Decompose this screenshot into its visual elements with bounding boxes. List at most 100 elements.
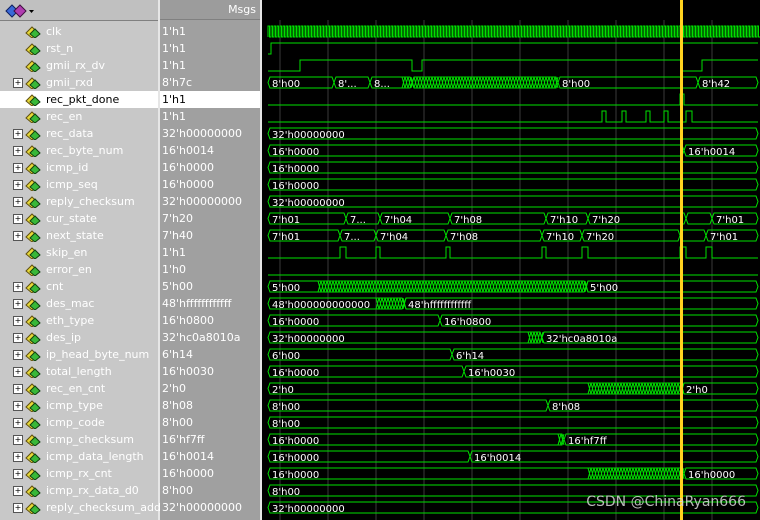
bit-waveform xyxy=(268,59,758,72)
signal-row-rst_n[interactable]: rst_n xyxy=(0,40,158,57)
signal-row-gmii_rxd[interactable]: + gmii_rxd xyxy=(0,74,158,91)
bus-transitions xyxy=(401,76,559,89)
expand-icon[interactable]: + xyxy=(13,452,23,462)
signal-icon xyxy=(25,297,41,311)
bus-value-label: 6'h14 xyxy=(456,351,484,362)
bus-segment xyxy=(679,229,707,242)
bus-value-label: 8... xyxy=(374,79,390,90)
signal-icon xyxy=(25,229,41,243)
signal-value-cell: 16'h0000 xyxy=(160,176,260,193)
signal-value: 7'h40 xyxy=(162,229,193,242)
signal-row-icmp_rx_cnt[interactable]: + icmp_rx_cnt xyxy=(0,465,158,482)
signal-row-rec_data[interactable]: + rec_data xyxy=(0,125,158,142)
signal-value: 32'h00000000 xyxy=(162,127,242,140)
signal-value: 6'h14 xyxy=(162,348,193,361)
signal-icon xyxy=(25,127,41,141)
signal-row-reply_checksum_add[interactable]: + reply_checksum_add xyxy=(0,499,161,516)
signal-value: 1'h1 xyxy=(162,25,186,38)
signal-row-rec_pkt_done[interactable]: rec_pkt_done xyxy=(0,91,158,108)
signal-row-icmp_type[interactable]: + icmp_type xyxy=(0,397,158,414)
signal-value-cell: 16'h0000 xyxy=(160,159,260,176)
signal-row-icmp_data_length[interactable]: + icmp_data_length xyxy=(0,448,158,465)
bus-value-label: 16'h0014 xyxy=(688,147,735,158)
expand-icon[interactable]: + xyxy=(13,401,23,411)
expand-icon[interactable]: + xyxy=(13,435,23,445)
signal-row-icmp_rx_data_d0[interactable]: + icmp_rx_data_d0 xyxy=(0,482,158,499)
expand-icon[interactable]: + xyxy=(13,486,23,496)
expand-icon[interactable]: + xyxy=(13,282,23,292)
signal-value: 16'h0800 xyxy=(162,314,214,327)
name-pane-header xyxy=(0,0,158,21)
bus-value-label: 16'h0000 xyxy=(272,164,319,175)
bus-transitions xyxy=(587,467,685,480)
signal-value-cell: 1'h1 xyxy=(160,23,260,40)
signal-row-icmp_code[interactable]: + icmp_code xyxy=(0,414,158,431)
signal-row-clk[interactable]: clk xyxy=(0,23,158,40)
msgs-header: Msgs xyxy=(160,0,260,20)
signal-name: rst_n xyxy=(46,42,74,55)
signal-value-cell: 6'h14 xyxy=(160,346,260,363)
signal-row-total_length[interactable]: + total_length xyxy=(0,363,158,380)
expand-icon[interactable]: + xyxy=(13,316,23,326)
signal-icon xyxy=(25,382,41,396)
bus-value-label: 5'h00 xyxy=(590,283,618,294)
signal-row-rec_en_cnt[interactable]: + rec_en_cnt xyxy=(0,380,158,397)
expand-icon[interactable]: + xyxy=(13,231,23,241)
signal-value: 8'h7c xyxy=(162,76,193,89)
expand-icon[interactable]: + xyxy=(13,503,23,513)
signal-name: icmp_id xyxy=(46,161,89,174)
signal-row-cnt[interactable]: + cnt xyxy=(0,278,158,295)
bus-value-label: 48'h000000000000 xyxy=(272,300,370,311)
signal-value-cell: 5'h00 xyxy=(160,278,260,295)
bus-value-label: 8'... xyxy=(338,79,357,90)
expand-icon[interactable]: + xyxy=(13,78,23,88)
waveform-canvas[interactable]: 8'h00 8'... 8... 8'h00 8'h42 32'h00000000 16'h… xyxy=(262,0,760,520)
expand-icon[interactable]: + xyxy=(13,384,23,394)
signal-row-rec_en[interactable]: rec_en xyxy=(0,108,158,125)
signal-value-cell: 32'h00000000 xyxy=(160,125,260,142)
clock-waveform xyxy=(267,25,760,38)
signal-row-error_en[interactable]: error_en xyxy=(0,261,158,278)
signal-row-des_mac[interactable]: + des_mac xyxy=(0,295,158,312)
signal-row-icmp_seq[interactable]: + icmp_seq xyxy=(0,176,158,193)
bus-segment xyxy=(267,399,549,412)
expand-icon[interactable]: + xyxy=(13,333,23,343)
expand-icon[interactable]: + xyxy=(13,214,23,224)
bus-value-label: 7'h20 xyxy=(586,232,614,243)
expand-icon[interactable]: + xyxy=(13,197,23,207)
signal-value: 8'h08 xyxy=(162,399,193,412)
signal-row-des_ip[interactable]: + des_ip xyxy=(0,329,158,346)
signal-row-ip_head_byte_num[interactable]: + ip_head_byte_num xyxy=(0,346,158,363)
signal-row-rec_byte_num[interactable]: + rec_byte_num xyxy=(0,142,158,159)
signal-row-reply_checksum[interactable]: + reply_checksum xyxy=(0,193,158,210)
signal-row-icmp_id[interactable]: + icmp_id xyxy=(0,159,158,176)
signal-value: 1'h1 xyxy=(162,93,186,106)
expand-icon[interactable]: + xyxy=(13,163,23,173)
expand-icon[interactable]: + xyxy=(13,146,23,156)
signal-row-gmii_rx_dv[interactable]: gmii_rx_dv xyxy=(0,57,158,74)
bus-value-label: 7'h01 xyxy=(272,232,300,243)
signal-value-cell: 7'h20 xyxy=(160,210,260,227)
expand-icon[interactable]: + xyxy=(13,299,23,309)
signal-row-skip_en[interactable]: skip_en xyxy=(0,244,158,261)
signal-row-next_state[interactable]: + next_state xyxy=(0,227,158,244)
signal-name: ip_head_byte_num xyxy=(46,348,150,361)
signal-icon xyxy=(25,280,41,294)
signal-row-cur_state[interactable]: + cur_state xyxy=(0,210,158,227)
signal-icon xyxy=(25,42,41,56)
signal-icon xyxy=(25,76,41,90)
signal-name: rec_en xyxy=(46,110,83,123)
signal-value-cell: 1'h1 xyxy=(160,108,260,125)
bus-value-label: 16'h0000 xyxy=(272,368,319,379)
expand-icon[interactable]: + xyxy=(13,350,23,360)
expand-icon[interactable]: + xyxy=(13,180,23,190)
bus-value-label: 8'h00 xyxy=(272,419,300,430)
expand-icon[interactable]: + xyxy=(13,418,23,428)
signal-row-icmp_checksum[interactable]: + icmp_checksum xyxy=(0,431,158,448)
wave-toolbar-icon[interactable] xyxy=(4,3,34,22)
signal-row-eth_type[interactable]: + eth_type xyxy=(0,312,158,329)
expand-icon[interactable]: + xyxy=(13,129,23,139)
expand-icon[interactable]: + xyxy=(13,367,23,377)
expand-icon[interactable]: + xyxy=(13,469,23,479)
signal-name: eth_type xyxy=(46,314,95,327)
